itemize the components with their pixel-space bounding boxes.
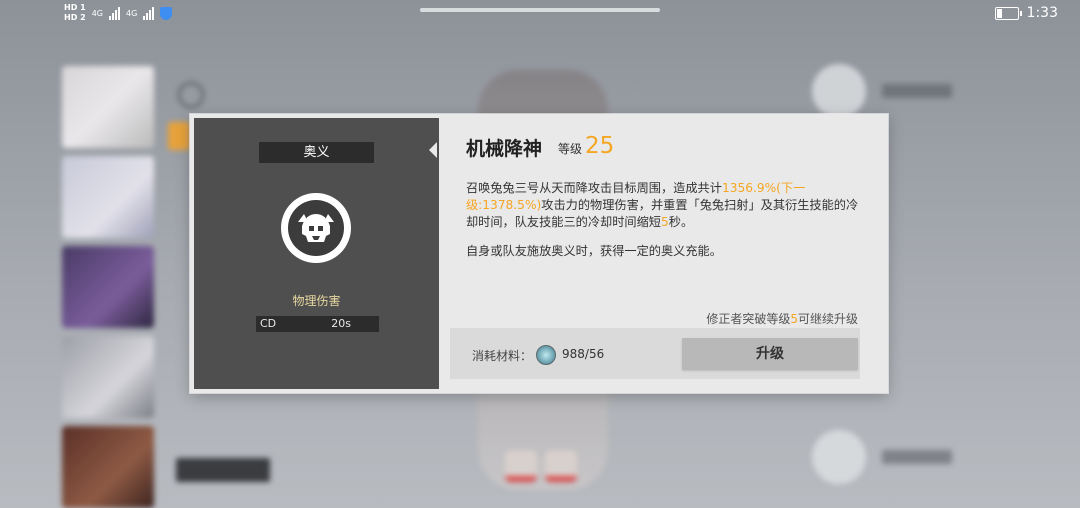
signal-group: HD 1 HD 2 4G 4G (64, 3, 173, 23)
status-right: 1:33 (994, 5, 1058, 21)
skill-list-label (882, 84, 952, 98)
cooldown-value: 20s (331, 317, 351, 330)
damage-type-label: 物理伤害 (292, 294, 341, 308)
battery-fill (996, 8, 1002, 18)
status-bar: HD 1 HD 2 4G 4G 1:33 (0, 0, 1080, 30)
description-paragraph: 自身或队友施放奥义时，获得一定的奥义充能。 (466, 244, 722, 258)
character-shoe (505, 450, 537, 482)
hd1-label: HD 1 (64, 3, 86, 12)
skill-list-label (882, 450, 952, 464)
cooldown-label: CD (260, 317, 277, 330)
crystal-material-icon (536, 345, 556, 365)
skill-list-item[interactable] (812, 64, 1052, 118)
character-portrait[interactable] (62, 426, 154, 508)
description-text: 召唤兔兔三号从天而降攻击目标周围，造成共计 (466, 181, 722, 195)
level-value: 25 (585, 133, 615, 159)
character-portrait[interactable] (62, 336, 154, 418)
upgrade-button[interactable]: 升级 (682, 338, 858, 370)
skill-icon (812, 64, 866, 118)
cooldown-bar: CD 20s (256, 316, 379, 332)
signal-icon (108, 6, 120, 20)
upgrade-cost-bar: 消耗材料： 988/56 升级 (450, 328, 860, 379)
skill-list-item[interactable] (812, 430, 1052, 484)
shield-icon (160, 6, 173, 20)
skill-icon (812, 430, 866, 484)
breakthrough-text: 可继续升级 (797, 312, 858, 326)
mech-head-icon (298, 214, 334, 242)
description-paragraph: 召唤兔兔三号从天而降攻击目标周围，造成共计1356.9%(下一级:1378.5%… (466, 180, 861, 231)
character-shoe (545, 450, 577, 482)
skill-level: 等级 25 (558, 134, 614, 158)
hd2-label: HD 2 (64, 13, 86, 22)
cooldown-reduction-value: 5 (661, 215, 669, 229)
network-type-label: 4G (91, 8, 103, 18)
skill-summary-panel: 奥义 物理伤害 CD 20s (194, 118, 439, 389)
clock: 1:33 (1026, 5, 1058, 21)
character-portrait[interactable] (62, 156, 154, 238)
battery-icon (994, 6, 1022, 20)
drag-handle[interactable] (420, 8, 660, 12)
breakthrough-requirement: 修正者突破等级5可继续升级 (706, 310, 858, 327)
character-portrait[interactable] (62, 66, 154, 148)
signal-icon (143, 6, 155, 20)
selected-tab-marker (168, 122, 190, 150)
skill-detail-dialog: 奥义 物理伤害 CD 20s 机械降神 等级 25 召唤兔兔三号从天而降攻击目标… (190, 114, 888, 393)
pointer-caret (429, 142, 437, 158)
skill-emblem-inner (288, 200, 344, 256)
skill-name: 机械降神 (466, 138, 543, 160)
hd-indicator: HD 1 HD 2 (64, 3, 86, 23)
skill-category-label: 奥义 (259, 142, 374, 163)
skill-description: 召唤兔兔三号从天而降攻击目标周围，造成共计1356.9%(下一级:1378.5%… (466, 180, 861, 272)
level-label: 等级 (558, 142, 583, 156)
back-icon[interactable] (178, 82, 204, 108)
breakthrough-text: 修正者突破等级 (706, 312, 791, 326)
cost-value: 988/56 (562, 347, 605, 361)
cost-label: 消耗材料： (472, 349, 533, 363)
network-type-label: 4G (125, 8, 138, 18)
skill-emblem-icon (281, 193, 351, 263)
breakthrough-level: 5 (790, 312, 798, 326)
character-portrait[interactable] (62, 246, 154, 328)
description-text: 秒。 (668, 215, 694, 229)
background-button[interactable] (176, 458, 270, 482)
